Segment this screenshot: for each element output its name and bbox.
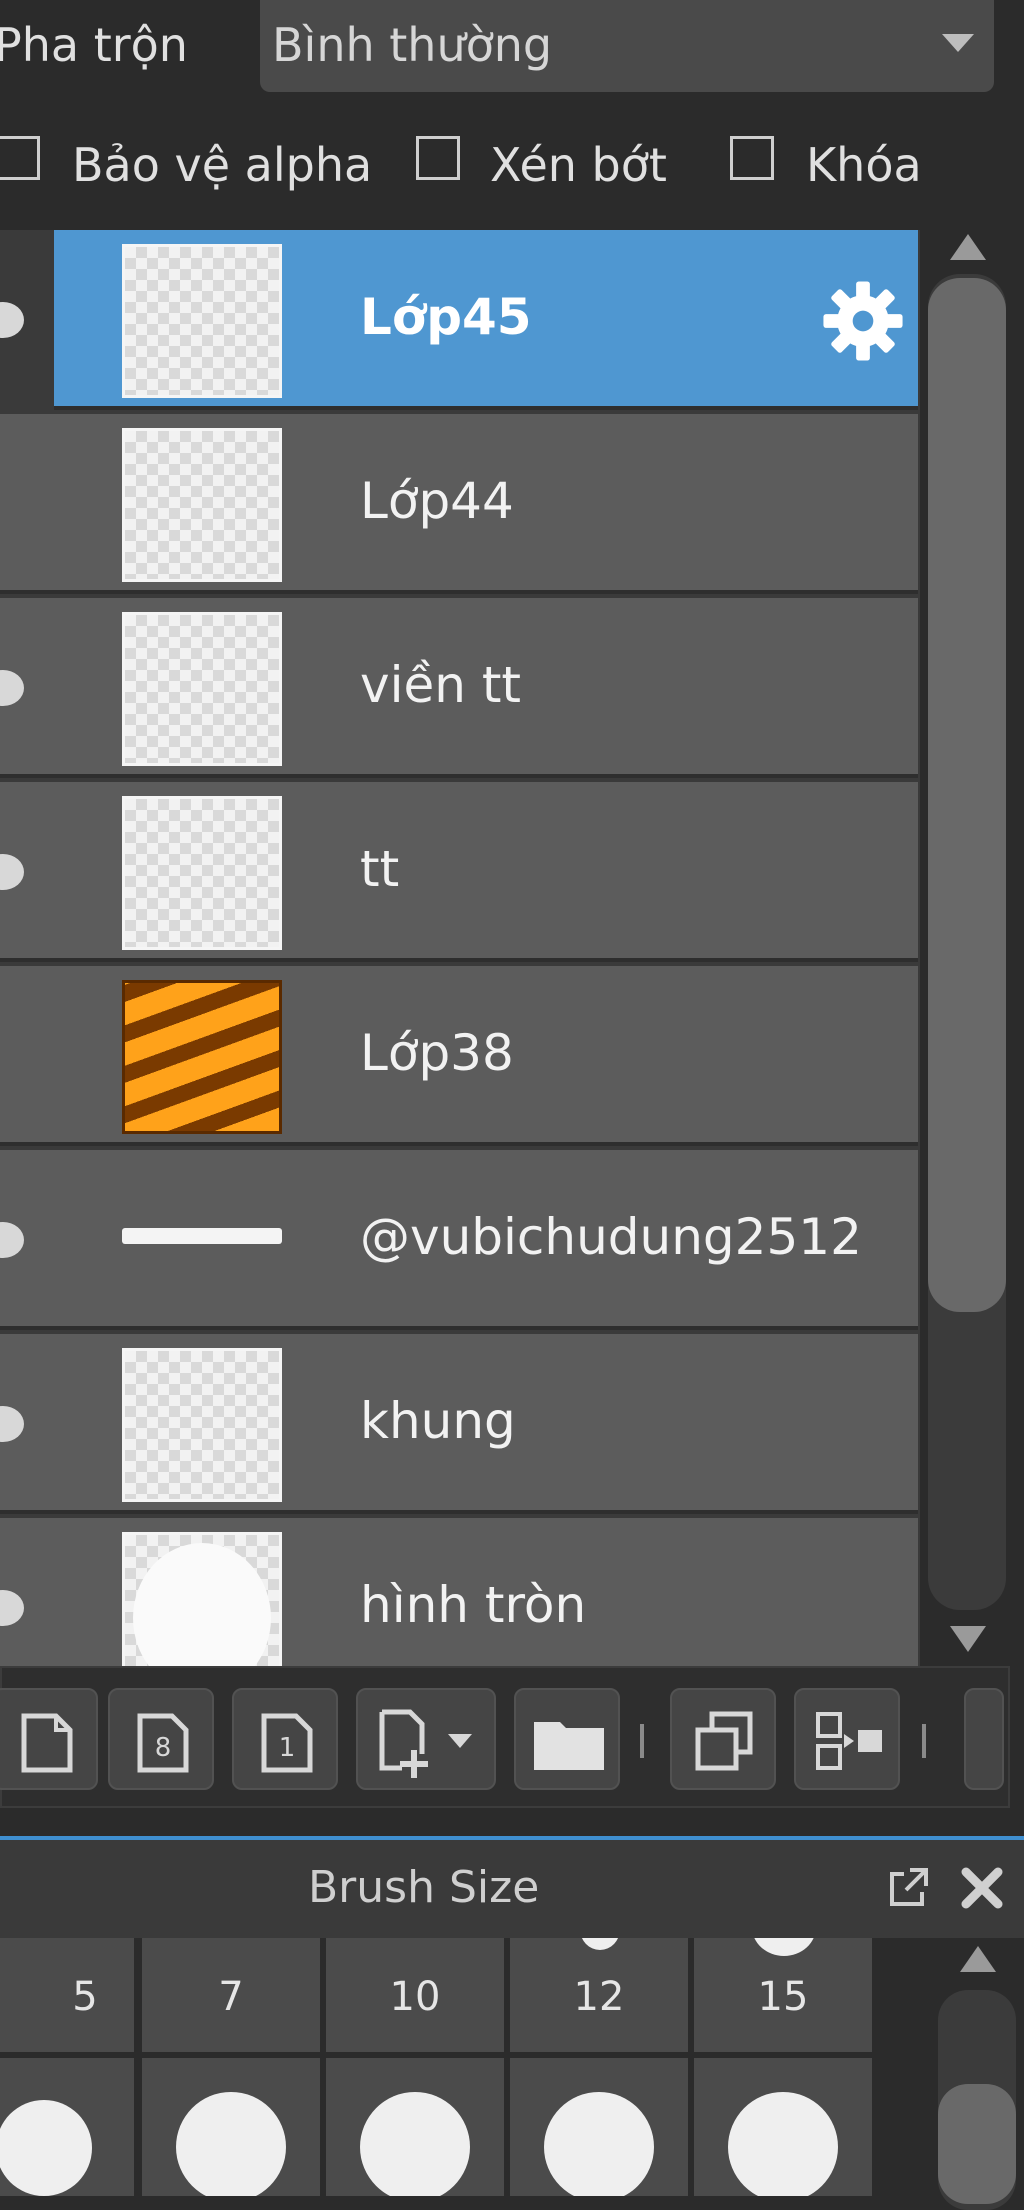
layer-list: Lớp45 Lớp44 viền tt tt Lớp38 @vubichudun… xyxy=(0,230,920,1666)
new-layer-icon xyxy=(21,1713,73,1773)
brush-size-cell[interactable]: 7 xyxy=(142,1938,320,2052)
add-layer-dropdown-icon xyxy=(379,1709,472,1778)
layer-row[interactable]: @vubichudung2512 xyxy=(0,1150,918,1330)
new-8bit-layer-icon: 8 xyxy=(137,1713,189,1773)
visibility-eye-icon[interactable] xyxy=(0,1406,24,1442)
folder-icon xyxy=(534,1722,604,1770)
layer-row[interactable]: viền tt xyxy=(0,598,918,778)
layer-thumbnail xyxy=(122,980,282,1134)
brush-size-cell[interactable] xyxy=(510,2058,688,2196)
layer-row[interactable]: tt xyxy=(0,782,918,962)
new-folder-button[interactable] xyxy=(514,1688,620,1790)
brush-size-cell[interactable] xyxy=(694,2058,872,2196)
svg-text:1: 1 xyxy=(279,1733,296,1763)
brush-size-label: 7 xyxy=(218,1974,244,2020)
toolbar-divider xyxy=(640,1724,644,1758)
clipping-label: Xén bớt xyxy=(490,138,667,192)
blend-mode-label: Pha trộn xyxy=(0,18,188,72)
brush-size-cell[interactable]: 15 xyxy=(694,1938,872,2052)
brush-size-cell[interactable] xyxy=(326,2058,504,2196)
duplicate-layer-button[interactable] xyxy=(670,1688,776,1790)
brush-size-cell[interactable] xyxy=(142,2058,320,2196)
layer-row[interactable]: Lớp44 xyxy=(0,414,918,594)
layer-toolbar: 8 1 xyxy=(0,1666,1010,1808)
duplicate-layer-icon xyxy=(695,1711,753,1771)
layer-name: Lớp45 xyxy=(360,288,532,346)
visibility-eye-icon[interactable] xyxy=(0,1590,24,1626)
layer-name: viền tt xyxy=(360,656,522,714)
brush-preview-dot xyxy=(0,2100,92,2196)
lock-label: Khóa xyxy=(806,138,922,192)
visibility-eye-icon[interactable] xyxy=(0,302,24,338)
scroll-down-icon[interactable] xyxy=(950,1626,986,1652)
scroll-up-icon[interactable] xyxy=(960,1946,996,1972)
scroll-thumb[interactable] xyxy=(928,278,1006,1312)
clipping-checkbox[interactable] xyxy=(416,136,460,180)
layer-thumbnail xyxy=(122,1164,282,1318)
scroll-thumb[interactable] xyxy=(938,2084,1016,2204)
layer-thumbnail xyxy=(122,1348,282,1502)
lock-checkbox[interactable] xyxy=(730,136,774,180)
brush-preview-dot xyxy=(752,1938,816,1956)
brush-size-cell[interactable]: 10 xyxy=(326,1938,504,2052)
brush-size-cell[interactable]: 12 xyxy=(510,1938,688,2052)
svg-text:8: 8 xyxy=(155,1733,172,1763)
brush-size-label: 10 xyxy=(389,1974,441,2020)
blend-mode-value: Bình thường xyxy=(272,18,553,72)
layer-thumbnail xyxy=(122,612,282,766)
protect-alpha-checkbox[interactable] xyxy=(0,136,40,180)
layer-scrollbar[interactable] xyxy=(924,230,1014,1666)
scroll-up-icon[interactable] xyxy=(950,234,986,260)
visibility-eye-icon[interactable] xyxy=(0,1222,24,1258)
layer-row-selected[interactable]: Lớp45 xyxy=(54,230,918,410)
new-1bit-layer-icon: 1 xyxy=(261,1713,313,1773)
add-layer-dropdown-button[interactable] xyxy=(356,1688,496,1790)
layer-name: Lớp44 xyxy=(360,472,514,530)
protect-alpha-label: Bảo vệ alpha xyxy=(72,138,373,192)
layer-row[interactable]: khung xyxy=(0,1334,918,1514)
layer-name: hình tròn xyxy=(360,1576,587,1634)
merge-layer-button[interactable] xyxy=(794,1688,900,1790)
more-button[interactable] xyxy=(964,1688,1004,1790)
brush-preview-dot xyxy=(360,2092,470,2196)
popout-icon[interactable] xyxy=(884,1864,932,1912)
new-1bit-layer-button[interactable]: 1 xyxy=(232,1688,338,1790)
new-8bit-layer-button[interactable]: 8 xyxy=(108,1688,214,1790)
close-icon[interactable] xyxy=(958,1864,1006,1912)
layer-name: @vubichudung2512 xyxy=(360,1208,862,1266)
brush-preview-dot xyxy=(728,2092,838,2196)
brush-size-label: 15 xyxy=(757,1974,809,2020)
brush-size-title: Brush Size xyxy=(308,1862,540,1913)
brush-size-label: 12 xyxy=(573,1974,625,2020)
blend-mode-select[interactable]: Bình thường xyxy=(260,0,994,92)
brush-preview-dot xyxy=(580,1938,620,1950)
visibility-eye-icon[interactable] xyxy=(0,854,24,890)
layer-thumbnail xyxy=(122,1532,282,1666)
brush-scrollbar[interactable] xyxy=(934,1938,1024,2210)
layer-name: tt xyxy=(360,840,400,898)
layer-thumbnail xyxy=(122,796,282,950)
layer-thumbnail xyxy=(122,244,282,398)
layer-thumbnail xyxy=(122,428,282,582)
layer-name: khung xyxy=(360,1392,516,1450)
layer-name: Lớp38 xyxy=(360,1024,514,1082)
merge-layer-icon xyxy=(816,1712,882,1770)
gear-icon[interactable] xyxy=(820,278,906,364)
layer-row[interactable]: Lớp38 xyxy=(0,966,918,1146)
brush-preview-dot xyxy=(176,2092,286,2196)
toolbar-divider xyxy=(922,1724,926,1758)
brush-size-cell[interactable] xyxy=(0,2058,134,2196)
brush-size-header: Brush Size xyxy=(0,1840,1024,1938)
brush-preview-dot xyxy=(544,2092,654,2196)
new-layer-button[interactable] xyxy=(0,1688,98,1790)
layer-row[interactable]: hình tròn xyxy=(0,1518,918,1666)
visibility-eye-icon[interactable] xyxy=(0,670,24,706)
chevron-down-icon xyxy=(942,34,974,52)
brush-size-grid: 5 7 10 12 15 xyxy=(0,1938,928,2196)
brush-size-cell[interactable]: 5 xyxy=(0,1938,134,2052)
